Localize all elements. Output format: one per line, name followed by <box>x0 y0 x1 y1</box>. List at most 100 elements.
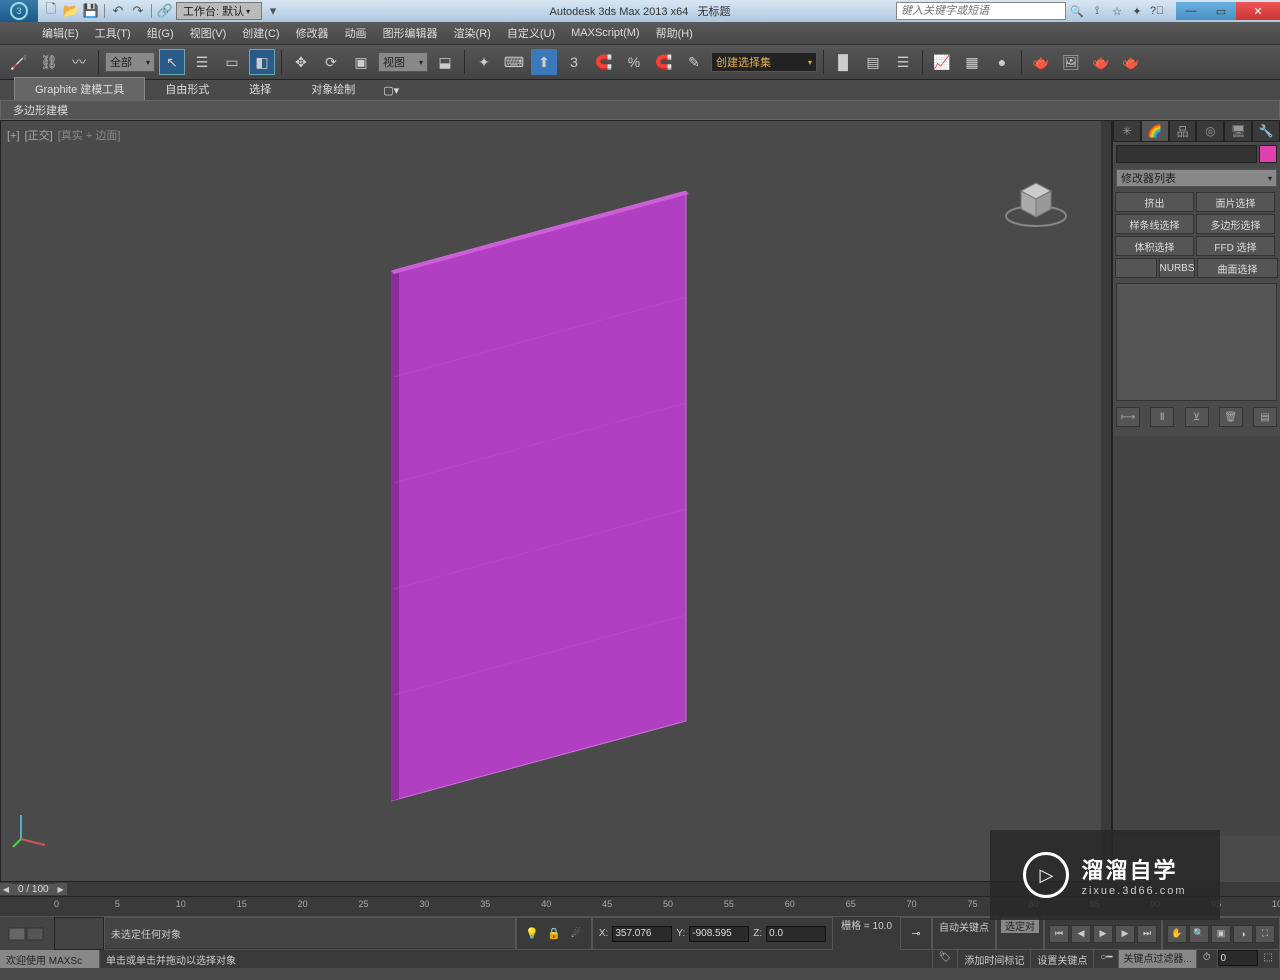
minimize-button[interactable]: — <box>1176 2 1206 20</box>
show-end-result-icon[interactable]: Ⅱ <box>1150 407 1174 427</box>
render-iterative-icon[interactable]: 🫖 <box>1118 49 1144 75</box>
render-setup-icon[interactable]: 🫖 <box>1028 49 1054 75</box>
close-button[interactable]: ✕ <box>1236 2 1280 20</box>
maximize-button[interactable]: ▭ <box>1206 2 1236 20</box>
schematic-view-icon[interactable]: ▦ <box>959 49 985 75</box>
selection-filter-dropdown[interactable]: 全部 <box>105 52 155 72</box>
unlink-icon[interactable]: ⛓ <box>36 49 62 75</box>
next-frame-icon[interactable]: ▶ <box>1115 925 1135 943</box>
select-object-icon[interactable]: ↖ <box>159 49 185 75</box>
display-tab-icon[interactable]: 🖥 <box>1224 120 1252 142</box>
btn-spline-select[interactable]: 样条线选择 <box>1115 214 1194 234</box>
x-coord-input[interactable] <box>612 926 672 942</box>
y-coord-input[interactable] <box>689 926 749 942</box>
tab-selection[interactable]: 选择 <box>229 78 291 100</box>
save-icon[interactable]: 💾 <box>82 2 100 20</box>
menu-animation[interactable]: 动画 <box>345 25 367 41</box>
zoom-extents-icon[interactable]: ▣ <box>1211 925 1231 943</box>
set-key-button[interactable]: 设置关键点 <box>1031 950 1094 968</box>
keyboard-shortcut-icon[interactable]: ⌨ <box>501 49 527 75</box>
btn-empty[interactable] <box>1115 258 1157 278</box>
nav-extra-icon[interactable]: ⬚ <box>1258 950 1280 968</box>
modifier-stack[interactable] <box>1116 283 1277 401</box>
app-menu-button[interactable]: 3 <box>0 0 38 22</box>
rotate-icon[interactable]: ⟳ <box>318 49 344 75</box>
maxscript-listener[interactable]: 欢迎使用 MAXSc <box>0 950 100 968</box>
viewport-label[interactable]: [+] [正交] [真实 + 边面] <box>7 127 122 143</box>
workspace-dropdown[interactable]: 工作台: 默认 <box>176 2 262 20</box>
viewport[interactable]: [+] [正交] [真实 + 边面] <box>0 120 1112 882</box>
utilities-tab-icon[interactable]: 🔧 <box>1252 120 1280 142</box>
snap-3d-icon[interactable]: 3 <box>561 49 587 75</box>
search-icon[interactable]: 🔍 <box>1068 2 1086 20</box>
lock-selection-icon[interactable]: 🔒 <box>545 925 563 943</box>
modifier-list-dropdown[interactable]: 修改器列表 <box>1116 169 1277 187</box>
btn-nurbs[interactable]: NURBS <box>1159 258 1195 278</box>
render-production-icon[interactable]: 🫖 <box>1088 49 1114 75</box>
window-crossing-icon[interactable]: ◧ <box>249 49 275 75</box>
menu-help[interactable]: 帮助(H) <box>656 25 693 41</box>
pin-stack-icon[interactable]: ⟼ <box>1116 407 1140 427</box>
btn-extrude[interactable]: 挤出 <box>1115 192 1194 212</box>
modify-tab-icon[interactable]: 🌈 <box>1141 120 1169 142</box>
help-icon[interactable]: ?⃝ <box>1148 2 1166 20</box>
make-unique-icon[interactable]: ⊻ <box>1185 407 1209 427</box>
lightbulb-icon[interactable]: 💡 <box>523 925 541 943</box>
layer-manager-icon[interactable]: ☰ <box>890 49 916 75</box>
redo-icon[interactable]: ↷ <box>129 2 147 20</box>
configure-sets-icon[interactable]: ▤ <box>1253 407 1277 427</box>
goto-end-icon[interactable]: ⏭ <box>1137 925 1157 943</box>
play-icon[interactable]: ▶ <box>1093 925 1113 943</box>
material-editor-icon[interactable]: ● <box>989 49 1015 75</box>
btn-poly-select[interactable]: 多边形选择 <box>1196 214 1275 234</box>
time-config-icon[interactable]: ⏱ <box>1197 950 1218 968</box>
prev-frame-icon[interactable]: ◀ <box>1071 925 1091 943</box>
tab-object-paint[interactable]: 对象绘制 <box>291 78 375 100</box>
viewport-scrollbar-v[interactable] <box>1101 121 1111 863</box>
maximize-viewport-icon[interactable]: ⛶ <box>1255 925 1275 943</box>
orbit-icon[interactable]: ◑ <box>1233 925 1253 943</box>
open-icon[interactable]: 📂 <box>62 2 80 20</box>
btn-face-select[interactable]: 面片选择 <box>1196 192 1275 212</box>
menu-views[interactable]: 视图(V) <box>190 25 227 41</box>
new-icon[interactable]: 🗋 <box>42 2 60 20</box>
time-tag-icon[interactable]: 🏷 <box>933 950 959 968</box>
create-tab-icon[interactable]: ✳ <box>1113 120 1141 142</box>
qat-options-icon[interactable]: ▾ <box>264 2 282 20</box>
rendered-frame-icon[interactable]: 🖼 <box>1058 49 1084 75</box>
named-selection-dropdown[interactable]: 创建选择集 <box>711 52 817 72</box>
key-filters-dropdown[interactable]: 选定对 <box>1001 918 1039 933</box>
menu-group[interactable]: 组(G) <box>147 25 174 41</box>
spinner-snap-icon[interactable]: 🧲 <box>651 49 677 75</box>
angle-snap-icon[interactable]: 🧲 <box>591 49 617 75</box>
object-color-swatch[interactable] <box>1259 145 1277 163</box>
menu-modifiers[interactable]: 修改器 <box>296 25 329 41</box>
motion-tab-icon[interactable]: ◎ <box>1196 120 1224 142</box>
btn-surf-select[interactable]: 曲面选择 <box>1197 258 1278 278</box>
remove-modifier-icon[interactable]: 🗑 <box>1219 407 1243 427</box>
btn-vol-select[interactable]: 体积选择 <box>1115 236 1194 256</box>
menu-graph-editors[interactable]: 图形编辑器 <box>383 25 438 41</box>
menu-maxscript[interactable]: MAXScript(M) <box>571 27 639 39</box>
favorite-icon[interactable]: ☆ <box>1108 2 1126 20</box>
ref-coord-dropdown[interactable]: 视图 <box>378 52 428 72</box>
frame-counter[interactable]: 0 / 100 <box>12 884 55 895</box>
edit-named-sel-icon[interactable]: ✎ <box>681 49 707 75</box>
curve-editor-icon[interactable]: 📈 <box>929 49 955 75</box>
align-icon[interactable]: ▤ <box>860 49 886 75</box>
scale-icon[interactable]: ▣ <box>348 49 374 75</box>
link-icon[interactable]: 🔗 <box>156 2 174 20</box>
zoom-icon[interactable]: 🔍 <box>1189 925 1209 943</box>
timeline-scroll-left-icon[interactable]: ◀ <box>0 883 12 895</box>
menu-edit[interactable]: 编辑(E) <box>42 25 79 41</box>
exchange-icon[interactable]: ✦ <box>1128 2 1146 20</box>
add-time-tag[interactable]: 添加时间标记 <box>958 950 1031 968</box>
undo-icon[interactable]: ↶ <box>109 2 127 20</box>
percent-snap-icon[interactable]: % <box>621 49 647 75</box>
pan-icon[interactable]: ✋ <box>1167 925 1187 943</box>
menu-customize[interactable]: 自定义(U) <box>507 25 555 41</box>
menu-tools[interactable]: 工具(T) <box>95 25 131 41</box>
manipulate-icon[interactable]: ✦ <box>471 49 497 75</box>
timeline-scroll-right-icon[interactable]: ▶ <box>55 883 67 895</box>
key-filters-button[interactable]: 关键点过滤器... <box>1119 950 1196 968</box>
